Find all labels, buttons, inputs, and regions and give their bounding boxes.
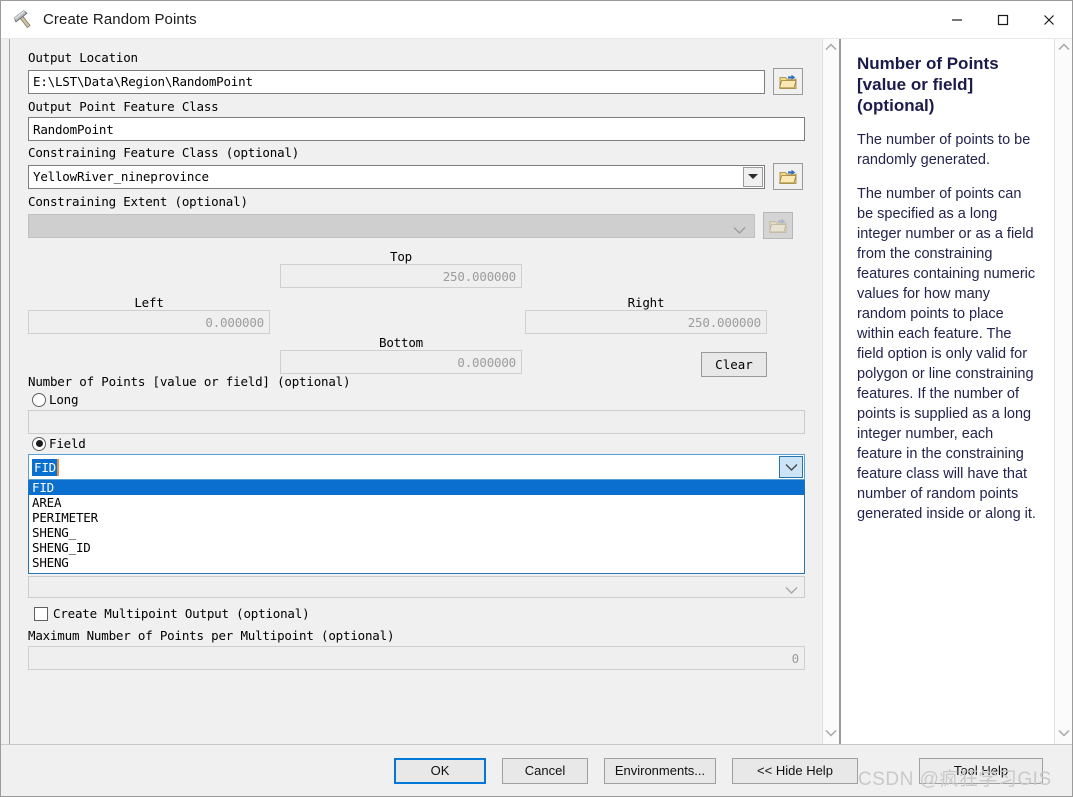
help-paragraph: The number of points can be specified as… [857, 186, 1036, 522]
left-edge-strip [1, 39, 10, 744]
scroll-down-icon[interactable] [1057, 729, 1070, 740]
constraining-extent-label: Constraining Extent (optional) [28, 194, 248, 209]
create-multipoint-output-row[interactable]: Create Multipoint Output (optional) [34, 606, 808, 621]
window-controls [934, 1, 1072, 39]
parameter-form: Output Location Output Point Feature Cla… [10, 39, 822, 744]
maximize-button[interactable] [980, 1, 1026, 39]
extent-right-label: Right [627, 295, 665, 310]
help-paragraph: The number of points to be randomly gene… [857, 132, 1031, 168]
create-random-points-dialog: Create Random Points Output Location E:\… [0, 0, 1073, 797]
max-points-per-multipoint-input[interactable]: 0 [28, 646, 805, 670]
environments-button[interactable]: Environments... [604, 757, 716, 784]
extent-left-value: 0.000000 [28, 310, 270, 334]
extent-top-value: 250.000000 [280, 264, 522, 288]
help-title: Number of Points [value or field] (optio… [857, 54, 999, 115]
constraining-feature-class-row: YellowRiver_nineprovince [28, 163, 808, 190]
chevron-down-icon [785, 582, 798, 600]
radio-field-label: Field [49, 436, 86, 451]
extent-top-group: Top 250.000000 [280, 249, 522, 288]
constraining-feature-class-combobox[interactable]: YellowRiver_nineprovince [28, 164, 765, 189]
dropdown-item[interactable]: SHENG_ [29, 525, 804, 540]
number-of-points-secondary-input[interactable] [28, 576, 805, 598]
ok-button[interactable]: OK [394, 757, 486, 784]
extent-bottom-group: Bottom 0.000000 [280, 335, 522, 374]
output-point-feature-class-label: Output Point Feature Class [28, 99, 219, 114]
output-point-feature-class-input[interactable] [28, 117, 805, 141]
extent-left-group: Left 0.000000 [28, 295, 270, 334]
extent-bottom-value: 0.000000 [280, 350, 522, 374]
extent-top-label: Top [390, 249, 412, 264]
extent-right-group: Right 250.000000 [525, 295, 767, 334]
radio-long[interactable] [32, 392, 46, 407]
title-bar: Create Random Points [1, 1, 1072, 39]
dropdown-item[interactable]: SHENG_ID [29, 540, 804, 555]
dialog-footer: OK Cancel Environments... << Hide Help T… [1, 744, 1072, 796]
clear-extent-button[interactable]: Clear [701, 352, 767, 377]
extent-right-value: 250.000000 [525, 310, 767, 334]
output-location-row [28, 68, 808, 95]
open-folder-icon [778, 169, 797, 184]
hide-help-button[interactable]: << Hide Help [732, 757, 858, 784]
chevron-down-icon[interactable] [779, 456, 803, 478]
open-folder-icon [778, 74, 797, 89]
field-combobox[interactable]: FID [28, 454, 805, 480]
chevron-down-icon [733, 222, 746, 240]
form-scrollbar[interactable] [822, 39, 840, 744]
scroll-up-icon[interactable] [825, 43, 837, 54]
constraining-feature-class-label: Constraining Feature Class (optional) [28, 145, 300, 160]
output-location-input[interactable] [28, 69, 765, 94]
chevron-down-icon[interactable] [743, 166, 763, 187]
dropdown-item[interactable]: FID [29, 480, 804, 495]
dropdown-item[interactable]: PERIMETER [29, 510, 804, 525]
open-folder-icon-disabled [768, 218, 787, 233]
number-of-points-secondary-row [28, 576, 805, 598]
constraining-feature-class-value: YellowRiver_nineprovince [33, 169, 209, 184]
output-location-browse-button[interactable] [773, 68, 803, 95]
close-button[interactable] [1026, 1, 1072, 39]
extent-left-label: Left [134, 295, 164, 310]
number-of-points-field-radio-row[interactable]: Field [32, 436, 808, 451]
cancel-button[interactable]: Cancel [502, 757, 588, 784]
scroll-up-icon[interactable] [1057, 43, 1070, 54]
radio-long-label: Long [49, 392, 79, 407]
dialog-body: Output Location Output Point Feature Cla… [1, 39, 1072, 744]
create-multipoint-output-checkbox[interactable] [34, 606, 48, 621]
scroll-down-icon[interactable] [825, 729, 837, 740]
tool-help-button[interactable]: Tool Help [919, 757, 1043, 784]
help-scrollbar[interactable] [1054, 39, 1072, 744]
extent-bottom-label: Bottom [379, 335, 423, 350]
constraining-feature-class-browse-button[interactable] [773, 163, 803, 190]
help-panel: Number of Points [value or field] (optio… [840, 39, 1054, 744]
minimize-button[interactable] [934, 1, 980, 39]
number-of-points-label: Number of Points [value or field] (optio… [28, 374, 351, 389]
constraining-extent-browse-button [763, 212, 793, 239]
dropdown-item[interactable]: AREA [29, 495, 804, 510]
extent-grid: Top 250.000000 Left 0.000000 Right 250.0… [28, 249, 808, 377]
hammer-icon [11, 7, 37, 33]
number-of-points-long-radio-row[interactable]: Long [32, 392, 808, 407]
field-combobox-value: FID [32, 458, 59, 476]
number-of-points-long-input[interactable] [28, 410, 805, 434]
window-title: Create Random Points [43, 11, 197, 28]
create-multipoint-output-label: Create Multipoint Output (optional) [53, 606, 310, 621]
radio-field[interactable] [32, 436, 46, 451]
constraining-extent-row [28, 212, 808, 239]
constraining-extent-combobox [28, 213, 755, 240]
field-dropdown-list[interactable]: FID AREA PERIMETER SHENG_ SHENG_ID SHENG [28, 480, 805, 574]
dropdown-item[interactable]: SHENG [29, 555, 804, 570]
output-location-label: Output Location [28, 50, 138, 65]
max-points-per-multipoint-label: Maximum Number of Points per Multipoint … [28, 628, 395, 643]
